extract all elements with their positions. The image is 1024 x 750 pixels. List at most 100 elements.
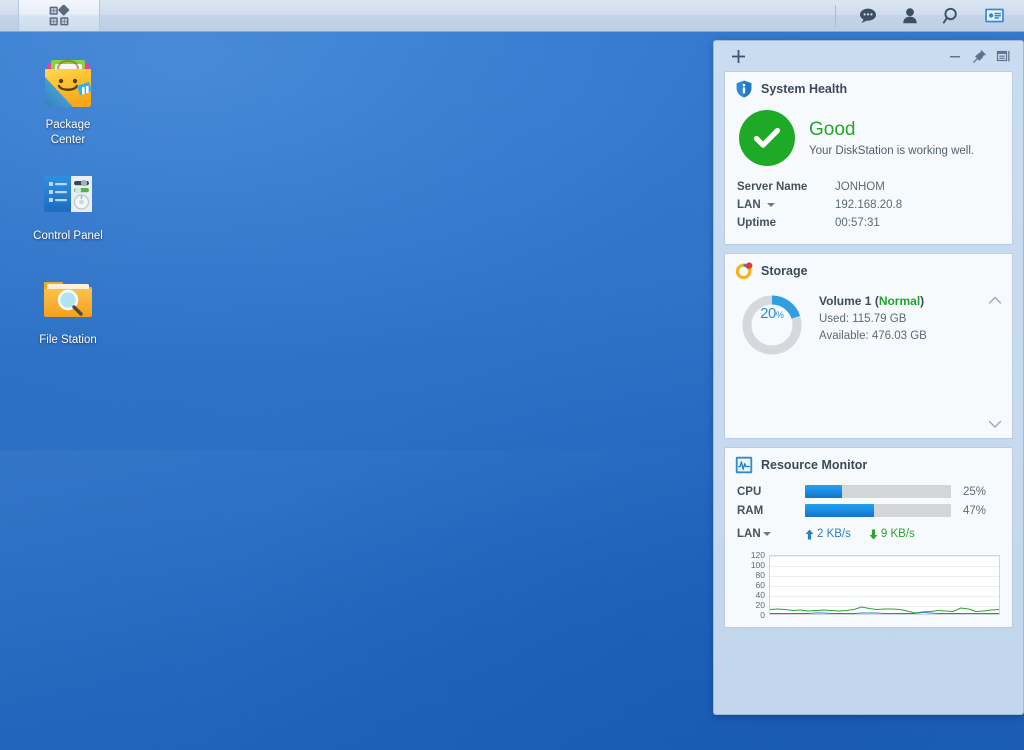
cpu-row: CPU 25% [737, 482, 1000, 501]
ram-label: RAM [737, 504, 764, 517]
network-chart: 120 100 80 60 40 20 0 [737, 551, 1000, 619]
pin-panel-button[interactable] [967, 45, 991, 67]
dock-right-icon [996, 50, 1009, 61]
chevron-down-icon[interactable] [766, 203, 775, 207]
info-row-server-name: Server Name JONHOM [737, 178, 1000, 196]
cpu-bar [805, 485, 951, 498]
search-icon[interactable] [932, 0, 972, 32]
ram-percent: 47% [963, 504, 987, 517]
add-widget-button[interactable] [726, 45, 750, 67]
chart-y-tick: 0 [760, 610, 765, 620]
chevron-down-icon [988, 420, 1002, 428]
storage-volume-info: Volume 1 (Normal) Used: 115.79 GB Availa… [819, 294, 927, 342]
row-key: Uptime [737, 217, 776, 229]
chart-y-tick: 80 [755, 570, 765, 580]
widget-panel-header [714, 41, 1023, 71]
health-description: Your DiskStation is working well. [809, 145, 975, 157]
storage-scroll-up-button[interactable] [988, 292, 1002, 304]
widget-system-health: System Health Good Your DiskStation is w… [724, 71, 1013, 245]
control-panel-icon [40, 166, 96, 222]
volume-name: Volume 1 [819, 294, 872, 308]
minimize-icon [950, 56, 960, 58]
storage-available: Available: 476.03 GB [819, 330, 927, 342]
download-rate: 9 KB/s [869, 528, 915, 540]
state-close-paren: ) [920, 294, 925, 308]
widget-panel: System Health Good Your DiskStation is w… [713, 40, 1024, 715]
desktop-icon-file-station[interactable]: File Station [13, 270, 123, 348]
widget-title: System Health [761, 82, 848, 96]
storage-usage-donut: 20% [741, 294, 803, 356]
chevron-down-icon[interactable] [762, 532, 771, 536]
volume-title: Volume 1 (Normal) [819, 294, 927, 308]
cpu-label: CPU [737, 485, 762, 498]
taskbar-divider [835, 4, 836, 27]
storage-header: Storage [725, 254, 1012, 286]
taskbar-right [835, 0, 1024, 31]
notifications-icon[interactable] [848, 0, 888, 32]
chart-y-tick: 120 [750, 550, 765, 560]
desktop-icon-label: File Station [39, 334, 97, 346]
chart-line [770, 613, 999, 614]
label-line-2: Center [50, 134, 86, 146]
system-health-header: System Health [725, 72, 1012, 104]
label-line-1: Package [45, 119, 91, 131]
cpu-percent: 25% [963, 485, 987, 498]
upload-value: 2 KB/s [817, 528, 851, 540]
minimize-panel-button[interactable] [943, 45, 967, 67]
row-key: Server Name [737, 181, 808, 193]
storage-scroll-down-button[interactable] [988, 416, 1002, 428]
network-rates: 2 KB/s 9 KB/s [805, 528, 915, 540]
chevron-up-icon [988, 296, 1002, 304]
taskbar-spacer [100, 0, 835, 31]
row-key-text: LAN [737, 199, 761, 211]
pin-icon [972, 49, 986, 63]
speech-bubble-icon [860, 8, 876, 23]
widget-panel-body: System Health Good Your DiskStation is w… [714, 71, 1023, 628]
row-value: 00:57:31 [835, 217, 880, 229]
resource-monitor-icon [735, 456, 753, 474]
health-status: Good [809, 119, 856, 140]
storage-body: 20% Volume 1 (Normal) Used: 115.79 GB Av… [725, 286, 1012, 368]
widget-title: Resource Monitor [761, 458, 868, 472]
file-station-icon [40, 270, 96, 326]
chart-y-tick: 100 [750, 560, 765, 570]
main-menu-button[interactable] [18, 0, 100, 31]
ram-bar-fill [805, 504, 874, 517]
user-options-icon[interactable] [890, 0, 930, 32]
desktop-icon-control-panel[interactable]: Control Panel [13, 166, 123, 244]
arrow-up-icon [805, 529, 814, 539]
lan-row[interactable]: LAN 2 KB/s 9 KB/s [737, 520, 1000, 543]
storage-percent: 20 [760, 305, 776, 322]
lan-label-group: LAN [737, 528, 805, 540]
magnifier-icon [942, 7, 957, 24]
desktop-icon-package-center[interactable]: Package Center [13, 55, 123, 148]
system-health-body: Good Your DiskStation is working well. S… [725, 104, 1012, 244]
widgets-icon[interactable] [974, 0, 1014, 32]
ram-row: RAM 47% [737, 501, 1000, 520]
widget-storage: Storage 20% Volume 1 (Normal) Used: 115.… [724, 253, 1013, 439]
desktop-icon-label: Control Panel [33, 230, 103, 242]
desktop-icon-label: Package Center [46, 118, 91, 148]
grid-icon [49, 4, 70, 25]
lan-label: LAN [737, 528, 761, 540]
resource-monitor-header: Resource Monitor [725, 448, 1012, 480]
storage-donut-icon [735, 262, 753, 280]
person-icon [903, 7, 917, 23]
storage-percent-unit: % [775, 310, 784, 320]
storage-volume-row: 20% Volume 1 (Normal) Used: 115.79 GB Av… [737, 288, 1000, 356]
info-row-lan[interactable]: LAN 192.168.20.8 [737, 196, 1000, 214]
chart-plot-area [769, 555, 1000, 615]
widget-resource-monitor: Resource Monitor CPU 25% RAM 47% LAN 2 K… [724, 447, 1013, 628]
donut-center-label: 20% [752, 305, 792, 345]
taskbar-left [0, 0, 100, 31]
taskbar [0, 0, 1024, 32]
volume-state: Normal [878, 294, 921, 308]
plus-icon [731, 49, 745, 63]
info-row-uptime: Uptime 00:57:31 [737, 214, 1000, 232]
widget-title: Storage [761, 264, 808, 278]
row-value: JONHOM [835, 181, 885, 193]
upload-rate: 2 KB/s [805, 528, 851, 540]
download-value: 9 KB/s [880, 528, 915, 540]
resource-monitor-body: CPU 25% RAM 47% LAN 2 KB/s 9 KB/s 120 10… [725, 480, 1012, 627]
dock-panel-button[interactable] [991, 45, 1015, 67]
